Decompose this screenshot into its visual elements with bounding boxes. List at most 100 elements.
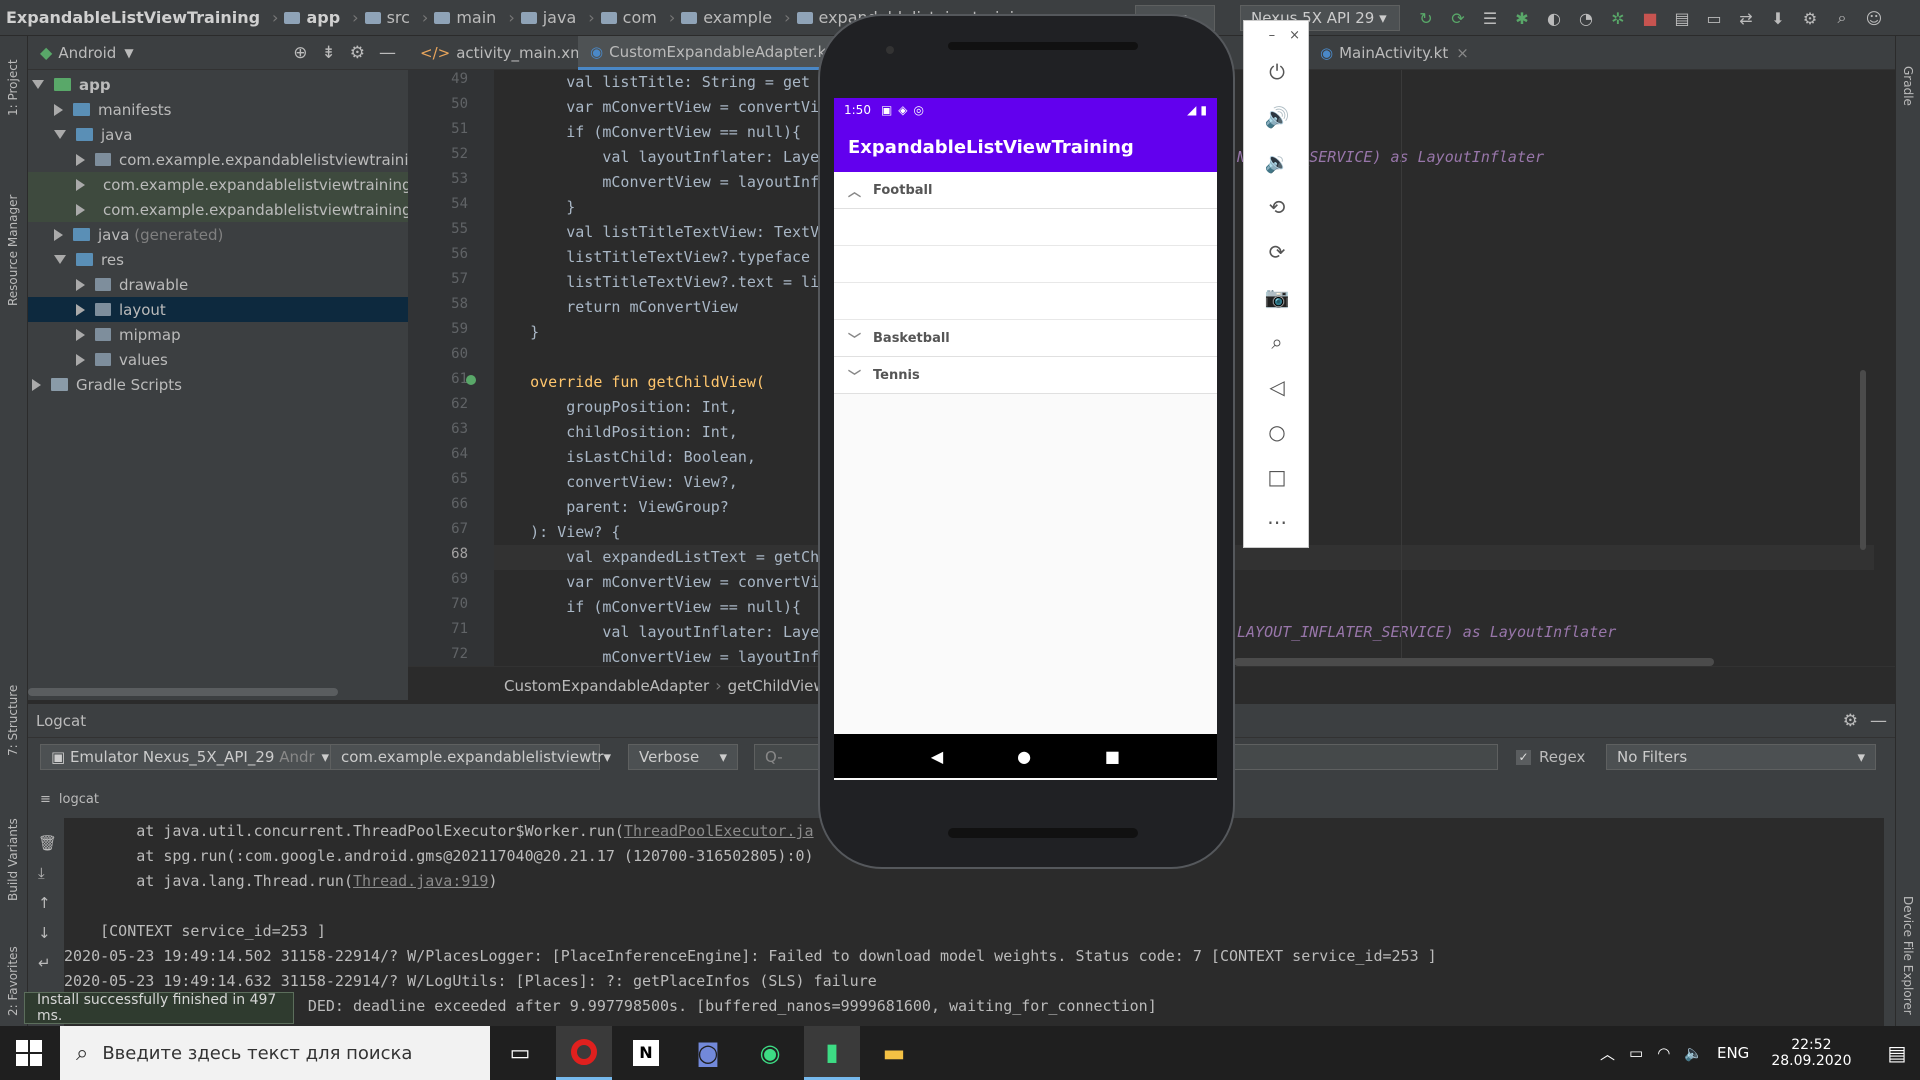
device-select[interactable]: ▣ Emulator Nexus_5X_API_29 Andr ▾ bbox=[40, 744, 340, 770]
tree-item-res[interactable]: res bbox=[54, 247, 124, 272]
regex-checkbox[interactable]: ✓ Regex bbox=[1516, 748, 1585, 766]
breadcrumb-example[interactable]: example bbox=[681, 8, 772, 27]
sdk-manager-icon[interactable]: ⬇ bbox=[1767, 7, 1789, 29]
soft-wrap-icon[interactable]: ↵ bbox=[38, 954, 58, 972]
install-toast[interactable]: Install successfully finished in 497 ms. bbox=[24, 992, 294, 1024]
back-icon[interactable]: ◀ bbox=[931, 747, 943, 766]
apply-changes-icon[interactable]: ↻ bbox=[1415, 7, 1437, 29]
device-file-explorer-tool-button[interactable]: Device File Explorer bbox=[1901, 896, 1915, 1046]
language-indicator[interactable]: ENG bbox=[1717, 1044, 1749, 1062]
clock[interactable]: 22:52 28.09.2020 bbox=[1771, 1037, 1851, 1069]
favorites-tool-button[interactable]: 2: Favorites bbox=[6, 916, 20, 1016]
tree-item-gradle-scripts[interactable]: Gradle Scripts bbox=[32, 372, 182, 397]
tree-item-java-generated[interactable]: java (generated) bbox=[54, 222, 223, 247]
structure-tool-button[interactable]: 7: Structure bbox=[6, 666, 20, 756]
hide-icon[interactable]: — bbox=[379, 43, 396, 63]
tab-custom-expandable-adapter[interactable]: ◉ CustomExpandableAdapter.kt bbox=[578, 36, 845, 70]
list-icon[interactable]: ☰ bbox=[1479, 7, 1501, 29]
chevron-down-icon[interactable]: ▼ bbox=[124, 46, 133, 60]
package-select[interactable]: com.example.expandablelistviewtr ▾ bbox=[330, 744, 611, 770]
home-icon[interactable]: ○ bbox=[1244, 409, 1310, 454]
home-icon[interactable]: ● bbox=[1017, 747, 1031, 766]
task-view-icon[interactable]: ▭ bbox=[492, 1026, 548, 1080]
filter-select[interactable]: No Filters ▾ bbox=[1606, 744, 1876, 770]
tree-item-java[interactable]: java bbox=[54, 122, 132, 147]
tab-main-activity[interactable]: ◉ MainActivity.kt × bbox=[1308, 36, 1481, 70]
debug-icon[interactable]: ✱ bbox=[1511, 7, 1533, 29]
gradle-tool-button[interactable]: Gradle bbox=[1901, 66, 1915, 126]
list-group-basketball[interactable]: ﹀ Basketball bbox=[834, 320, 1217, 357]
project-structure-icon[interactable]: ▤ bbox=[1671, 7, 1693, 29]
coverage-icon[interactable]: ◐ bbox=[1543, 7, 1565, 29]
breadcrumb-java[interactable]: java bbox=[520, 8, 576, 27]
rotate-right-icon[interactable]: ⟳ bbox=[1244, 229, 1310, 274]
log-level-select[interactable]: Verbose ▾ bbox=[628, 744, 738, 770]
close-icon[interactable]: × bbox=[1456, 44, 1469, 62]
resource-manager-tool-button[interactable]: Resource Manager bbox=[6, 156, 20, 306]
vertical-scrollbar[interactable] bbox=[1860, 370, 1866, 550]
arrow-down-icon[interactable]: ↓ bbox=[38, 924, 58, 942]
close-icon[interactable]: × bbox=[1289, 28, 1300, 43]
gear-icon[interactable]: ⚙ bbox=[1843, 711, 1858, 731]
list-child-item[interactable] bbox=[834, 246, 1217, 283]
more-icon[interactable]: ⋯ bbox=[1244, 499, 1310, 544]
notifications-icon[interactable]: ▤ bbox=[1887, 1041, 1906, 1065]
chevron-up-icon[interactable]: ︿ bbox=[1600, 1043, 1615, 1064]
build-variants-tool-button[interactable]: Build Variants bbox=[6, 791, 20, 901]
tree-item-drawable[interactable]: drawable bbox=[76, 272, 188, 297]
camera-icon[interactable]: 📷 bbox=[1244, 274, 1310, 319]
scroll-to-end-icon[interactable]: ⤓ bbox=[38, 864, 58, 882]
search-icon[interactable]: ⌕ bbox=[1831, 7, 1853, 29]
tree-item-manifests[interactable]: manifests bbox=[54, 97, 172, 122]
tree-item-mipmap[interactable]: mipmap bbox=[76, 322, 181, 347]
emulator-screen[interactable]: 1:50 ▣ ◈ ◎ ◢ ▮ ExpandableListViewTrainin… bbox=[834, 98, 1217, 780]
horizontal-scrollbar[interactable] bbox=[28, 688, 338, 696]
project-tool-button[interactable]: 1: Project bbox=[6, 44, 20, 116]
arrow-up-icon[interactable]: ↑ bbox=[38, 894, 58, 912]
back-icon[interactable]: ◁ bbox=[1244, 364, 1310, 409]
rotate-left-icon[interactable]: ⟲ bbox=[1244, 184, 1310, 229]
override-gutter-icon[interactable] bbox=[466, 375, 476, 385]
taskbar-search-input[interactable]: ⌕ Введите здесь текст для поиска bbox=[60, 1026, 490, 1080]
locate-icon[interactable]: ⊕ bbox=[293, 43, 307, 63]
breadcrumb-class[interactable]: CustomExpandableAdapter bbox=[504, 677, 709, 695]
file-explorer-icon[interactable]: ▬ bbox=[866, 1026, 922, 1080]
code-with-me-icon[interactable]: ☺ bbox=[1863, 7, 1885, 29]
layout-inspector-icon[interactable]: ⚙ bbox=[1799, 7, 1821, 29]
list-group-tennis[interactable]: ﹀ Tennis bbox=[834, 357, 1217, 394]
volume-up-icon[interactable]: 🔊 bbox=[1244, 94, 1310, 139]
list-group-football[interactable]: ︿ Football bbox=[834, 172, 1217, 209]
windows-start-icon[interactable] bbox=[16, 1040, 42, 1066]
stop-icon[interactable]: ■ bbox=[1639, 7, 1661, 29]
attach-debugger-icon[interactable]: ✲ bbox=[1607, 7, 1629, 29]
tree-item-app[interactable]: app bbox=[32, 72, 111, 97]
project-view-select[interactable]: Android bbox=[58, 44, 116, 62]
overview-icon[interactable]: □ bbox=[1244, 454, 1310, 499]
overview-icon[interactable]: ■ bbox=[1105, 747, 1120, 766]
android-studio-icon[interactable]: ◉ bbox=[742, 1026, 798, 1080]
breadcrumb-app[interactable]: app bbox=[284, 8, 340, 27]
gear-icon[interactable]: ⚙ bbox=[350, 43, 365, 63]
breadcrumb-com[interactable]: com bbox=[600, 8, 657, 27]
discord-icon[interactable]: ◙ bbox=[680, 1026, 736, 1080]
avd-manager-icon[interactable]: ▭ bbox=[1703, 7, 1725, 29]
trash-icon[interactable]: 🗑 bbox=[38, 834, 58, 852]
sync-icon[interactable]: ⇄ bbox=[1735, 7, 1757, 29]
emulator-icon[interactable]: ▮ bbox=[804, 1026, 860, 1080]
tree-item-package-test[interactable]: com.example.expandablelistviewtraining (… bbox=[28, 197, 428, 222]
collapse-all-icon[interactable]: ⇟ bbox=[322, 43, 336, 63]
tree-item-package[interactable]: com.example.expandablelistviewtraining bbox=[76, 147, 428, 172]
zoom-icon[interactable]: ⌕ bbox=[1244, 319, 1310, 364]
minimize-icon[interactable]: – bbox=[1269, 28, 1276, 43]
profiler-icon[interactable]: ◔ bbox=[1575, 7, 1597, 29]
tree-item-values[interactable]: values bbox=[76, 347, 168, 372]
opera-icon[interactable] bbox=[556, 1026, 612, 1080]
tree-item-layout[interactable]: layout bbox=[28, 297, 408, 322]
horizontal-scrollbar[interactable] bbox=[1234, 658, 1714, 666]
volume-icon[interactable]: 🔈 bbox=[1684, 1044, 1703, 1062]
volume-down-icon[interactable]: 🔉 bbox=[1244, 139, 1310, 184]
wifi-icon[interactable]: ◠ bbox=[1657, 1044, 1670, 1062]
battery-icon[interactable]: ▭ bbox=[1629, 1044, 1643, 1062]
power-icon[interactable]: ⏻ bbox=[1244, 49, 1310, 94]
list-child-item[interactable] bbox=[834, 209, 1217, 246]
